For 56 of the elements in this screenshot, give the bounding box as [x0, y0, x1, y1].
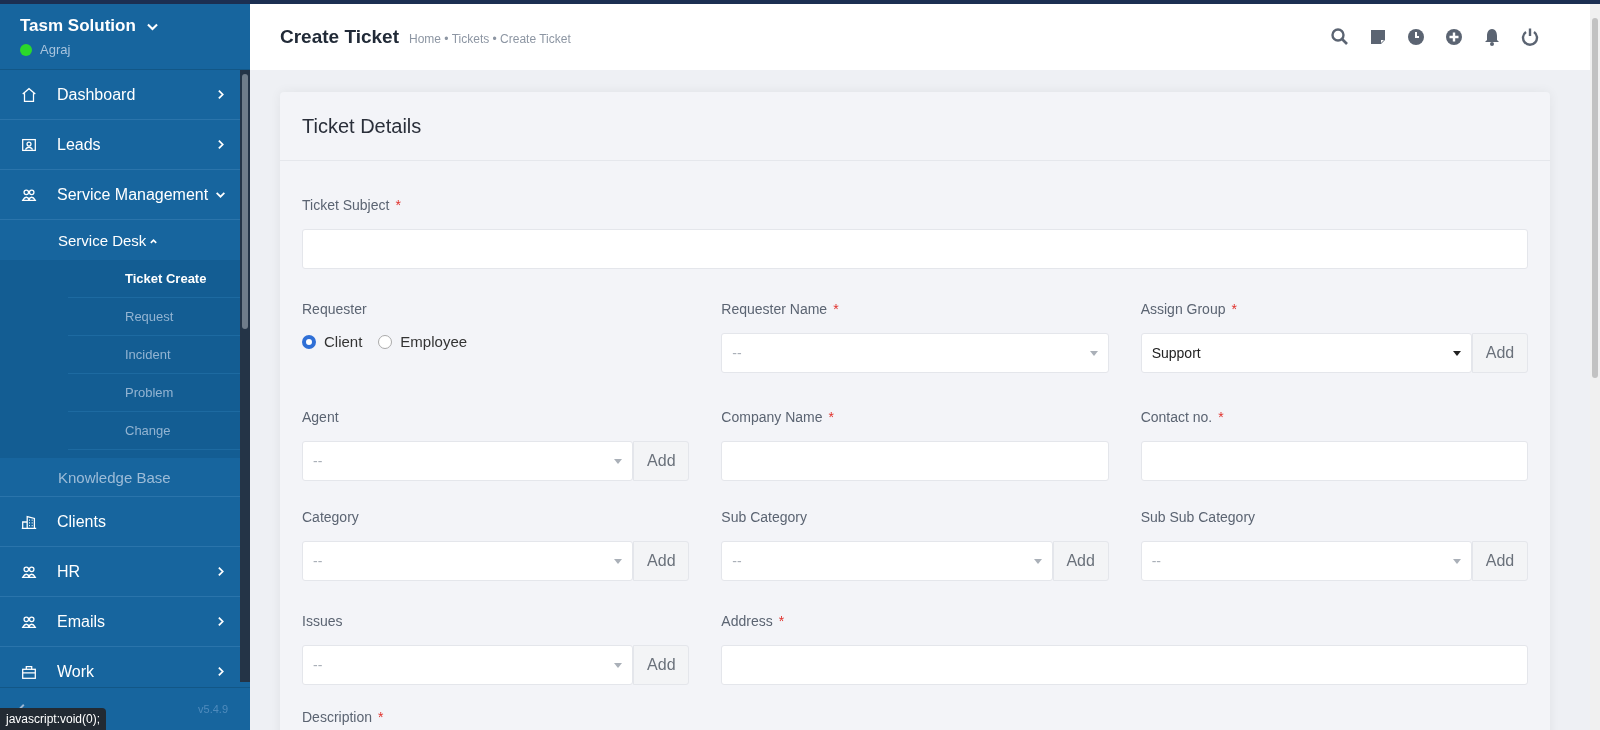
chevron-right-icon	[215, 666, 226, 677]
chevron-right-icon	[215, 89, 226, 100]
chevron-up-icon	[149, 237, 159, 246]
home-icon	[20, 85, 38, 104]
add-button[interactable]: Add	[1472, 541, 1528, 581]
field-label: Description	[302, 709, 373, 725]
text-field[interactable]	[1140, 441, 1528, 481]
required-mark: *	[395, 197, 401, 213]
add-button[interactable]: Add	[633, 441, 690, 481]
nav-subitem[interactable]: Service Desk	[0, 220, 240, 260]
power-icon[interactable]	[1520, 27, 1540, 47]
field-label: Company Name	[721, 409, 823, 425]
radio-option[interactable]: Client	[302, 333, 363, 350]
field-label: Requester	[302, 301, 367, 317]
radio-option[interactable]: Employee	[378, 333, 468, 350]
search-icon[interactable]	[1330, 27, 1350, 47]
breadcrumb: Home • Tickets • Create Ticket	[409, 30, 572, 46]
chevron-right-icon	[215, 139, 226, 150]
radio-button[interactable]	[378, 334, 393, 349]
required-mark: *	[378, 709, 384, 725]
version-label: v5.4.9	[198, 703, 228, 715]
text-field[interactable]	[721, 645, 1528, 685]
card-title: Ticket Details	[302, 114, 422, 138]
field-label: Sub Sub Category	[1140, 509, 1256, 525]
add-button[interactable]: Add	[1472, 333, 1528, 373]
text-field[interactable]	[721, 441, 1109, 481]
company-name[interactable]: Tasm Solution	[20, 16, 136, 36]
chevron-down-icon	[215, 189, 226, 200]
add-button[interactable]: Add	[633, 541, 690, 581]
chevron-right-icon	[215, 616, 226, 627]
page-title: Create Ticket	[280, 26, 399, 48]
field-label: Address	[721, 613, 773, 629]
field-label: Category	[302, 509, 359, 525]
field-label: Issues	[302, 613, 343, 629]
user-name: Agraj	[40, 42, 71, 57]
sticky-note-icon[interactable]	[1368, 27, 1388, 47]
add-button[interactable]: Add	[633, 645, 690, 685]
required-mark: *	[828, 409, 834, 425]
required-mark: *	[833, 301, 839, 317]
field-label: Contact no.	[1140, 409, 1213, 425]
status-link-tooltip: javascript:void(0);	[0, 708, 107, 730]
field-label: Ticket Subject	[302, 197, 390, 213]
select-field[interactable]: Support	[1140, 333, 1472, 373]
field-label: Agent	[302, 409, 339, 425]
field-label: Assign Group	[1140, 301, 1226, 317]
text-field[interactable]	[302, 229, 1528, 269]
plus-icon[interactable]	[1444, 27, 1464, 47]
radio-button[interactable]	[302, 334, 316, 349]
clock-icon[interactable]	[1406, 27, 1426, 47]
required-mark: *	[778, 613, 785, 629]
add-button[interactable]: Add	[1052, 541, 1109, 581]
required-mark: *	[1218, 409, 1224, 425]
required-mark: *	[1231, 301, 1237, 317]
chevron-right-icon	[215, 566, 226, 577]
field-label: Sub Category	[721, 509, 807, 525]
field-label: Requester Name	[721, 301, 828, 317]
